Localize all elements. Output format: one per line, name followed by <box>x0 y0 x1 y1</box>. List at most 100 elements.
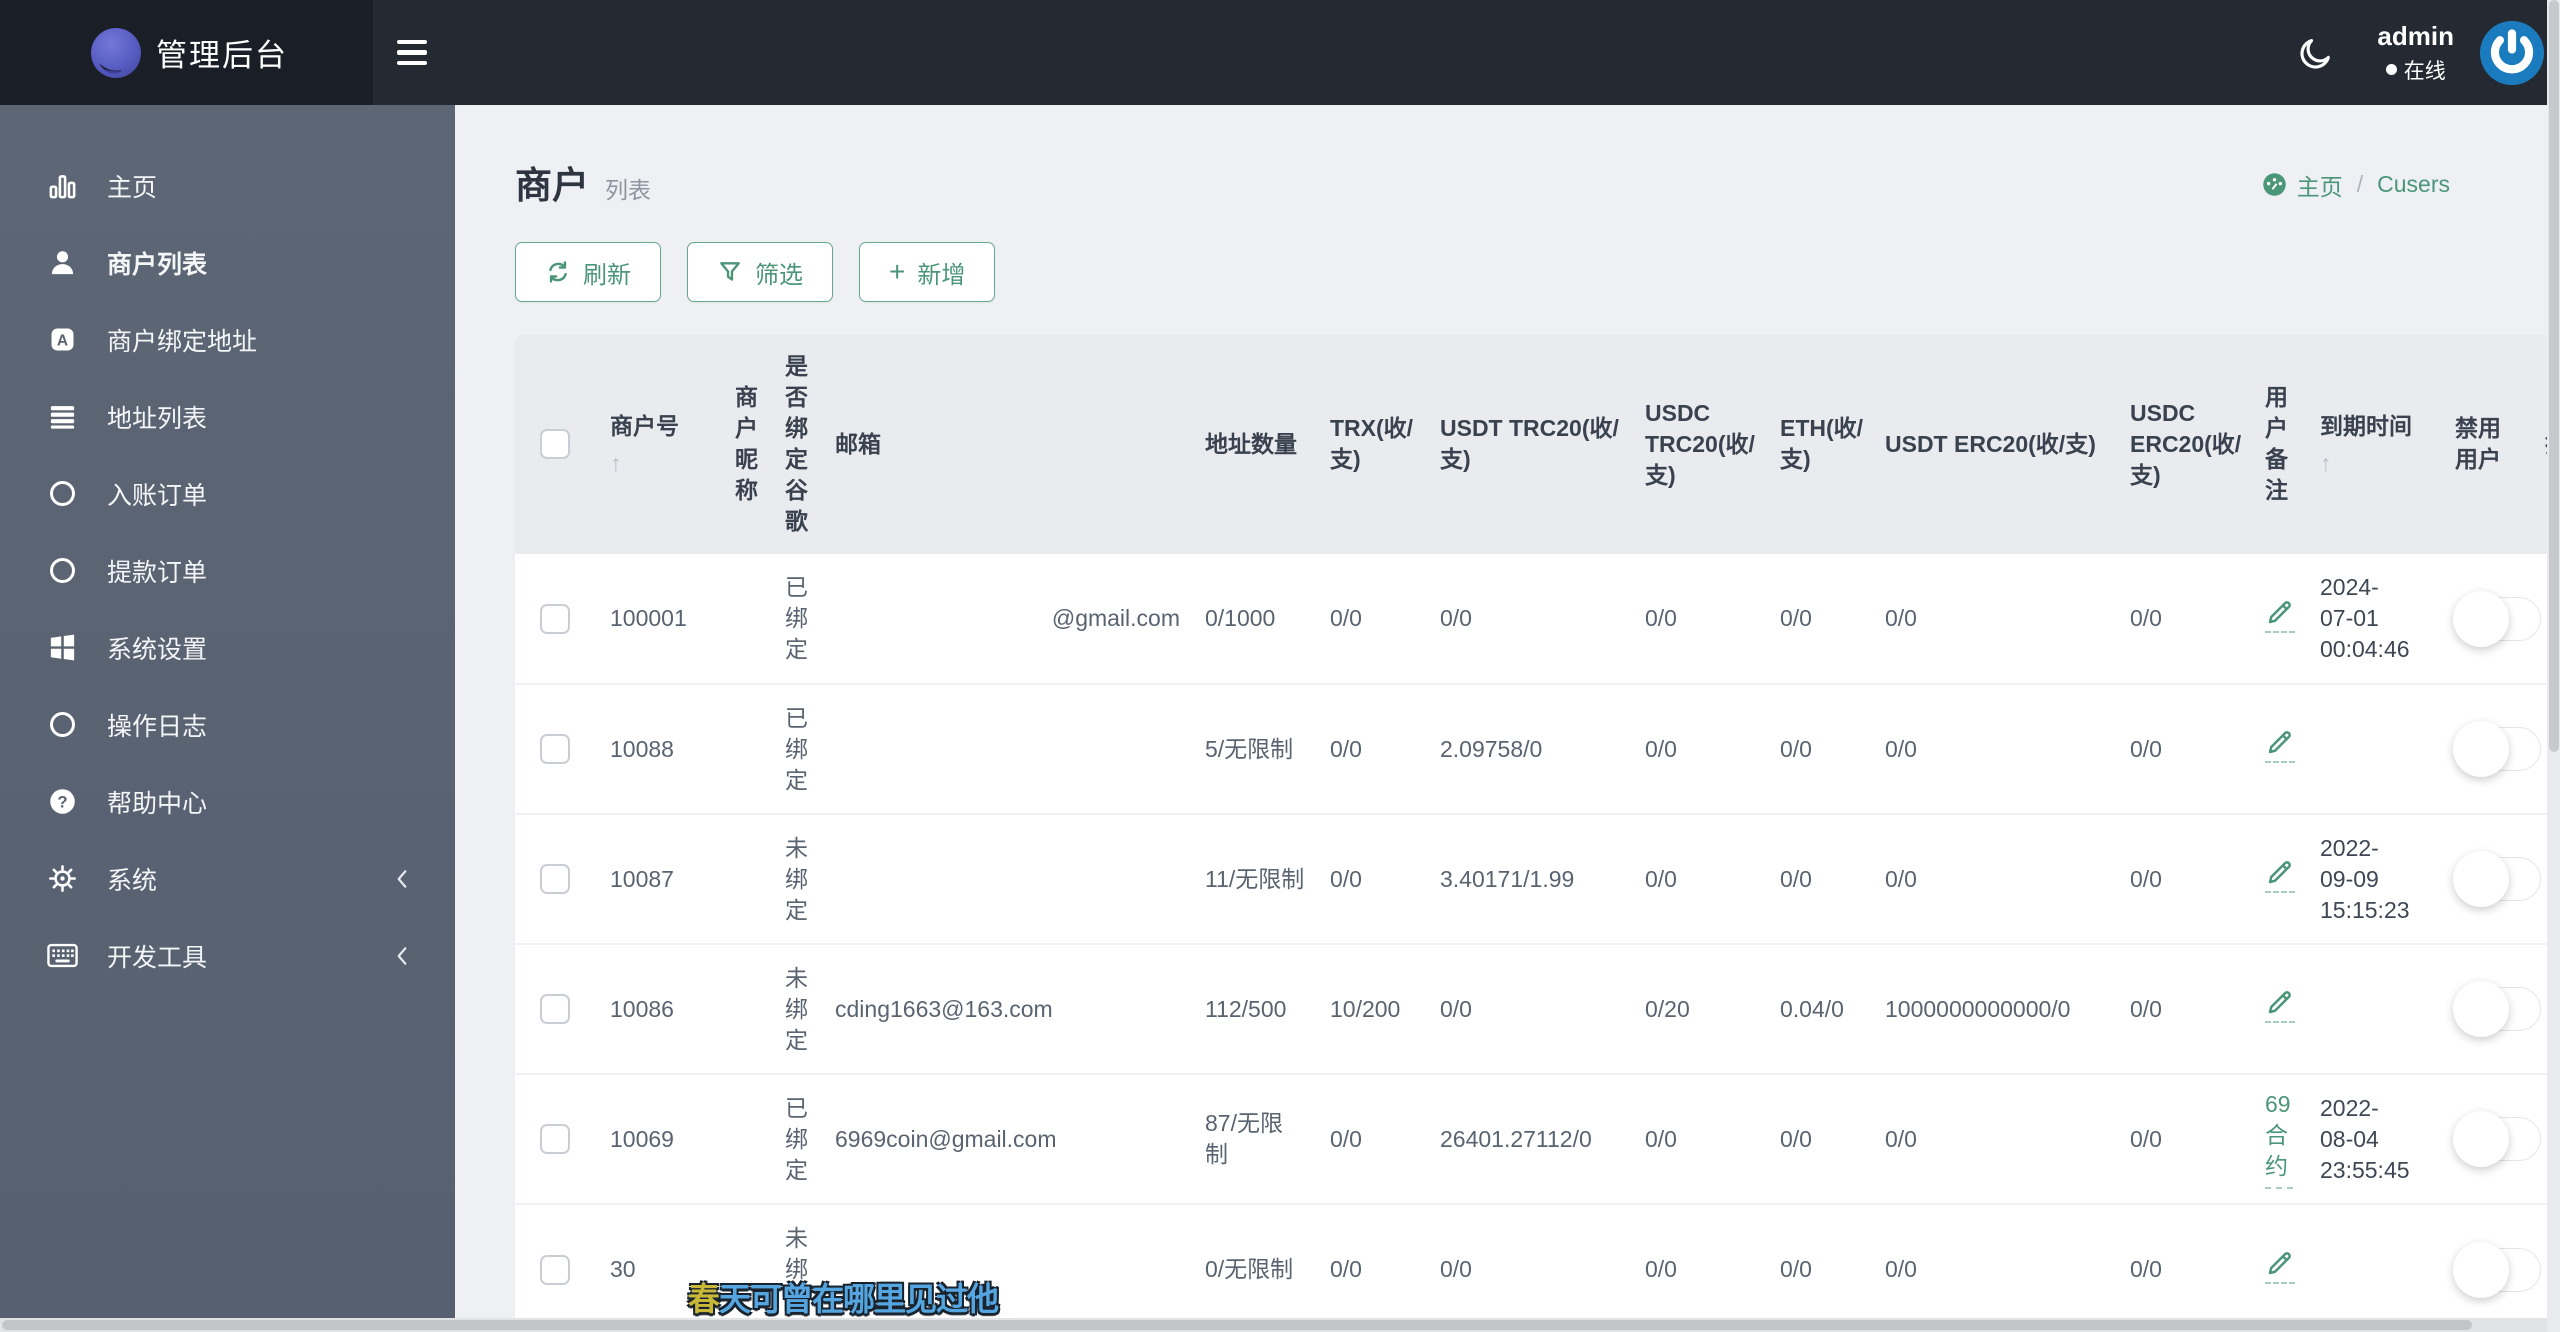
logout-button[interactable] <box>2480 20 2544 85</box>
cell-usdt_erc20: 0/0 <box>1885 605 1917 631</box>
row-checkbox[interactable] <box>540 1254 570 1285</box>
disable-user-toggle[interactable] <box>2453 1111 2541 1167</box>
disable-user-toggle[interactable] <box>2453 851 2541 907</box>
column-header-usdt_erc20: USDT ERC20(收/支) <box>1885 430 2096 457</box>
toggle-knob <box>2453 721 2509 777</box>
disable-user-toggle[interactable] <box>2453 981 2541 1037</box>
breadcrumb-home-link[interactable]: 主页 <box>2297 168 2343 202</box>
sidebar-item-merchant-bind-address[interactable]: A 商户绑定地址 <box>0 301 455 378</box>
cell-disable <box>2430 1203 2541 1318</box>
row-checkbox[interactable] <box>540 734 570 764</box>
sidebar-item-address-list[interactable]: 地址列表 <box>0 378 455 455</box>
sidebar-item-label: 帮助中心 <box>107 789 208 818</box>
breadcrumb-separator: / <box>2356 171 2364 197</box>
disable-user-toggle[interactable] <box>2453 590 2541 647</box>
user-name: admin <box>2377 20 2454 51</box>
cell-nickname <box>710 1073 760 1204</box>
sidebar-item-label: 系统 <box>107 866 158 895</box>
cell-remark: 69合约 <box>2240 1073 2295 1204</box>
sidebar-item-dev-tools[interactable]: 开发工具 <box>0 917 455 994</box>
row-checkbox[interactable] <box>540 864 570 894</box>
cell-trx: 0/0 <box>1305 683 1415 814</box>
edit-remark-button[interactable] <box>2265 727 2295 763</box>
cell-nickname <box>710 554 760 684</box>
sidebar-item-system[interactable]: 系统 <box>0 840 455 917</box>
toolbar: 刷新 筛选 + 新增 <box>455 209 2560 302</box>
theme-toggle-button[interactable] <box>2297 34 2335 72</box>
row-checkbox[interactable] <box>540 1124 570 1154</box>
cell-eth: 0/0 <box>1755 683 1860 814</box>
cell-google_bound: 未绑定 <box>760 813 810 944</box>
column-header-nickname: 商户昵称 <box>735 384 758 503</box>
cell-disable <box>2430 683 2541 814</box>
horizontal-scrollbar-thumb[interactable] <box>2 1320 2472 1330</box>
power-icon <box>2480 20 2544 85</box>
cell-remark <box>2240 943 2295 1074</box>
chevron-left-icon <box>395 868 409 890</box>
cell-email: cding1663@163.com <box>810 943 1180 1074</box>
sidebar-item-operation-log[interactable]: 操作日志 <box>0 686 455 763</box>
sidebar-item-deposit-orders[interactable]: 入账订单 <box>0 455 455 532</box>
cell-email: @gmail.com <box>1051 605 1180 631</box>
vertical-scrollbar-thumb[interactable] <box>2548 0 2559 752</box>
cell-usdt_trc20: 26401.27112/0 <box>1415 1073 1620 1204</box>
cell-expire <box>2295 683 2430 814</box>
edit-remark-button[interactable] <box>2265 597 2295 633</box>
column-header-disable: 禁用用户 <box>2455 415 2501 472</box>
cell-usdc_trc20: 0/20 <box>1620 943 1755 1074</box>
sidebar: 主页 商户列表 A 商户绑定地址地址列表入账订单 提款订单 系统设置操作日志 ? 帮助中心系统… <box>0 105 455 1318</box>
cell-eth: 0/0 <box>1780 605 1812 631</box>
row-checkbox[interactable] <box>540 603 570 634</box>
select-all-checkbox[interactable] <box>540 429 570 459</box>
cell-merchant_id: 10069 <box>585 1073 710 1204</box>
cell-usdt_trc20: 0/0 <box>1440 605 1472 631</box>
disable-user-toggle[interactable] <box>2453 721 2541 777</box>
cell-usdt_erc20: 0/0 <box>1860 813 2105 944</box>
table-header-row: 商户号 ↑ 商户昵称 是否绑定谷歌 邮箱 地址数量 TRX(收/支) USDT TRC20(收… <box>515 334 2552 554</box>
cell-address_count: 11/无限制 <box>1180 813 1305 944</box>
filter-button[interactable]: 筛选 <box>687 242 833 302</box>
sidebar-item-merchant-list[interactable]: 商户列表 <box>0 224 455 301</box>
cell-usdc_erc20: 0/0 <box>2105 1203 2240 1318</box>
column-header-usdc_erc20: USDC ERC20(收/支) <box>2130 399 2242 488</box>
menu-toggle-button[interactable] <box>397 39 427 66</box>
remark-link[interactable]: 69合约 <box>2265 1089 2293 1189</box>
sidebar-item-help-center[interactable]: ? 帮助中心 <box>0 763 455 840</box>
cell-usdt_trc20: 0/0 <box>1415 943 1620 1074</box>
cell-nickname <box>710 943 760 1074</box>
sidebar-menu: 主页 商户列表 A 商户绑定地址地址列表入账订单 提款订单 系统设置操作日志 ? 帮助中心系统… <box>0 105 455 994</box>
sort-arrow-icon[interactable]: ↑ <box>610 450 710 477</box>
cell-usdt_trc20: 0/0 <box>1415 1203 1620 1318</box>
cell-nickname <box>710 683 760 814</box>
cell-usdt_trc20: 2.09758/0 <box>1415 683 1620 814</box>
sort-arrow-icon[interactable]: ↑ <box>2320 450 2430 477</box>
address-badge-icon: A <box>44 322 80 358</box>
page-subtitle: 列表 <box>605 177 651 203</box>
user-menu[interactable]: admin 在线 <box>2377 21 2454 85</box>
window-grid-icon <box>44 630 80 666</box>
sidebar-item-home[interactable]: 主页 <box>0 147 455 224</box>
edit-remark-button[interactable] <box>2265 1248 2295 1284</box>
sidebar-item-label: 地址列表 <box>107 404 208 433</box>
sidebar-item-system-settings[interactable]: 系统设置 <box>0 609 455 686</box>
chevron-left-icon <box>395 945 409 967</box>
cell-address_count: 0/无限制 <box>1180 1203 1305 1318</box>
disable-user-toggle[interactable] <box>2453 1241 2541 1298</box>
add-button[interactable]: + 新增 <box>859 242 996 302</box>
edit-remark-button[interactable] <box>2265 857 2295 893</box>
refresh-button[interactable]: 刷新 <box>515 242 661 302</box>
edit-remark-button[interactable] <box>2265 987 2295 1023</box>
cell-email <box>810 813 1180 944</box>
cell-email: 6969coin@gmail.com <box>810 1073 1180 1204</box>
cell-trx: 0/0 <box>1305 813 1415 944</box>
toggle-knob <box>2453 590 2509 647</box>
cell-disable <box>2430 813 2541 944</box>
row-checkbox[interactable] <box>540 994 570 1024</box>
column-header-email: 邮箱 <box>835 430 881 457</box>
cell-expire: 2022-09-09 15:15:23 <box>2295 813 2430 944</box>
cell-remark <box>2240 683 2295 814</box>
merchant-table: 商户号 ↑ 商户昵称 是否绑定谷歌 邮箱 地址数量 TRX(收/支) USDT TRC20(收… <box>515 334 2552 1318</box>
sidebar-item-withdrawal-orders[interactable]: 提款订单 <box>0 532 455 609</box>
column-header-merchant_id: 商户号 ↑ <box>585 334 710 554</box>
sidebar-item-label: 操作日志 <box>107 712 208 741</box>
